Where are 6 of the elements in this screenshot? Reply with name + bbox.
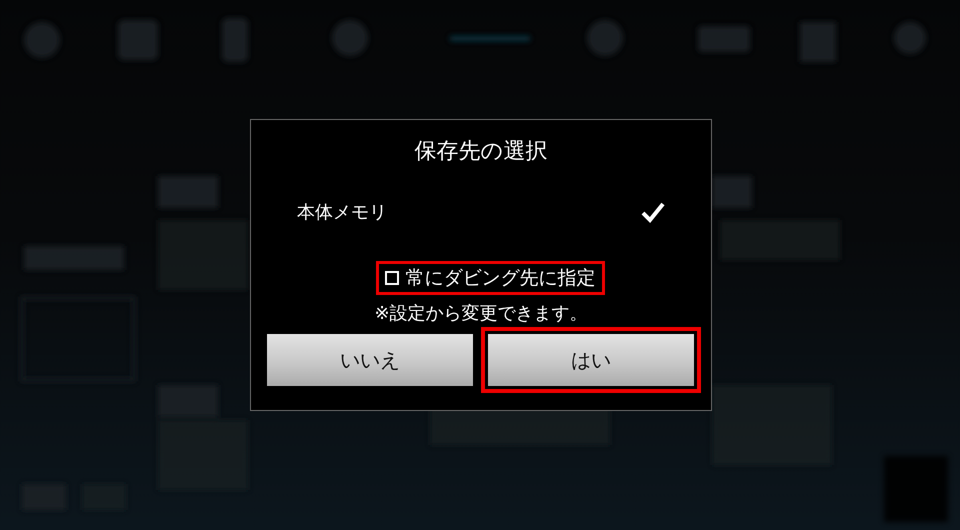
storage-option[interactable]: 本体メモリ (297, 200, 665, 224)
always-dubbing-checkbox[interactable]: 常にダビング先に指定 (376, 261, 604, 295)
dialog-title: 保存先の選択 (414, 138, 548, 166)
yes-button[interactable]: はい (481, 327, 701, 393)
note-text: ※設定から変更できます。 (373, 302, 589, 325)
checkbox-icon[interactable] (384, 271, 398, 285)
